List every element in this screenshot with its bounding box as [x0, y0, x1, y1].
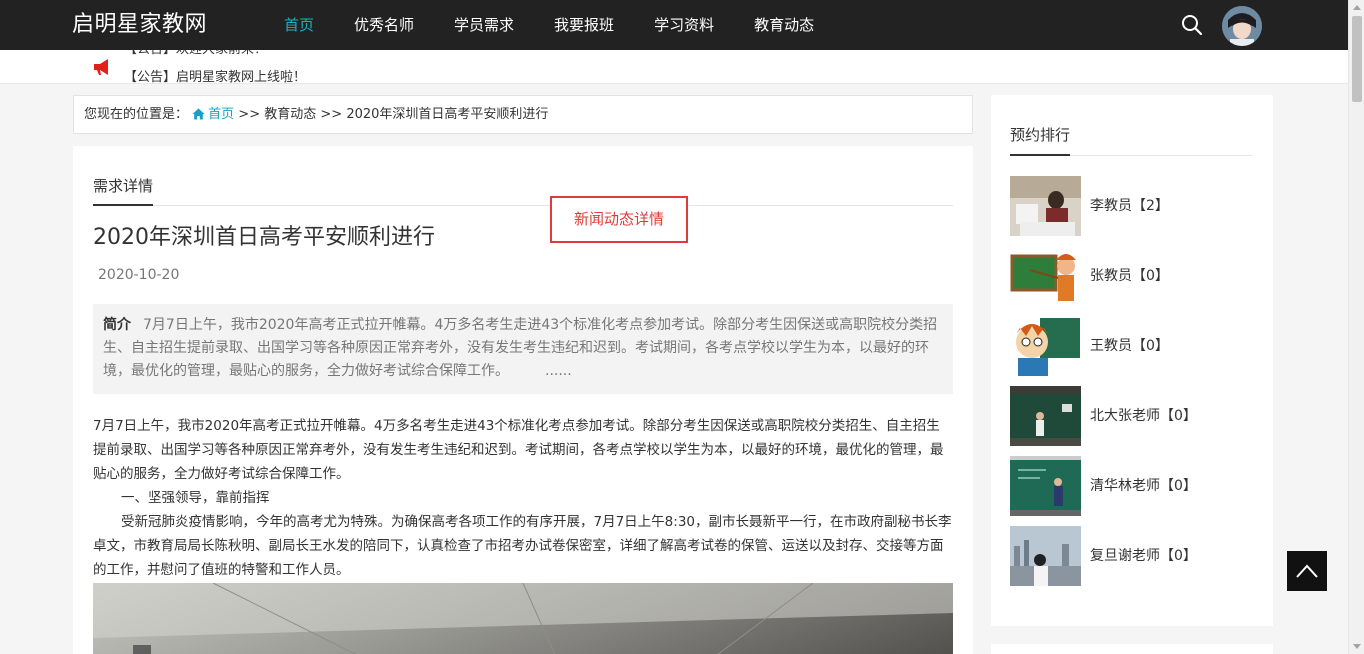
breadcrumb-separator: >> — [316, 107, 347, 122]
summary-more: ...... — [545, 363, 572, 379]
ranking-item[interactable]: 复旦谢老师【0】 — [1010, 526, 1260, 586]
nav-student-needs[interactable]: 学员需求 — [454, 0, 514, 50]
nav-enroll[interactable]: 我要报班 — [554, 0, 614, 50]
article-paragraph: 7月7日上午，我市2020年高考正式拉开帷幕。4万多名考生走进43个标准化考点参… — [93, 418, 944, 482]
teacher-thumbnail[interactable] — [1010, 386, 1081, 446]
nav-materials[interactable]: 学习资料 — [654, 0, 714, 50]
page-scrollbar[interactable] — [1348, 0, 1364, 654]
detail-tab-header: 需求详情 — [93, 176, 953, 206]
top-navbar: 启明星家教网 首页 优秀名师 学员需求 我要报班 学习资料 教育动态 — [0, 0, 1348, 50]
tab-detail[interactable]: 需求详情 — [93, 176, 154, 206]
notice-list: 【公告】欢迎大家前来！ 【公告】启明星家教网上线啦！ — [124, 50, 306, 83]
ceiling-photo — [93, 583, 953, 654]
ranking-item[interactable]: 清华林老师【0】 — [1010, 456, 1260, 516]
teacher-name[interactable]: 张教员【0】 — [1090, 266, 1169, 286]
breadcrumb-current: 2020年深圳首日高考平安顺利进行 — [346, 107, 549, 122]
teacher-thumbnail[interactable] — [1010, 176, 1081, 236]
nav-home[interactable]: 首页 — [284, 0, 314, 50]
user-avatar[interactable] — [1222, 6, 1262, 46]
teacher-thumbnail[interactable] — [1010, 246, 1081, 306]
nav-teachers[interactable]: 优秀名师 — [354, 0, 414, 50]
article-photo — [93, 583, 953, 654]
notice-item[interactable]: 【公告】欢迎大家前来！ — [124, 50, 306, 64]
avatar-image — [1222, 6, 1262, 46]
scroll-down-arrow-icon[interactable] — [1353, 644, 1361, 649]
breadcrumb: 您现在的位置是： 首页 >> 教育动态 >> 2020年深圳首日高考平安顺利进行 — [73, 95, 973, 134]
teacher-name[interactable]: 北大张老师【0】 — [1090, 406, 1197, 426]
main-nav: 首页 优秀名师 学员需求 我要报班 学习资料 教育动态 — [284, 0, 854, 50]
megaphone-icon — [94, 59, 108, 75]
teacher-name[interactable]: 清华林老师【0】 — [1090, 476, 1197, 496]
scrollbar-thumb[interactable] — [1352, 16, 1362, 102]
breadcrumb-prefix: 您现在的位置是： — [84, 107, 189, 122]
article-subheading: 一、坚强领导，靠前指挥 — [121, 490, 270, 506]
sidebar-title: 预约排行 — [1010, 125, 1071, 156]
annotation-box: 新闻动态详情 — [550, 196, 688, 243]
sidebar-header: 预约排行 — [1010, 125, 1252, 156]
ranking-item[interactable]: 李教员【2】 — [1010, 176, 1260, 236]
summary-text: 7月7日上午，我市2020年高考正式拉开帷幕。4万多名考生走进43个标准化考点参… — [103, 317, 938, 379]
ranking-item[interactable]: 王教员【0】 — [1010, 316, 1260, 376]
notice-bar: 【公告】欢迎大家前来！ 【公告】启明星家教网上线啦！ — [0, 50, 1348, 84]
home-icon — [192, 108, 205, 120]
scroll-up-arrow-icon[interactable] — [1353, 5, 1361, 10]
article-body: 7月7日上午，我市2020年高考正式拉开帷幕。4万多名考生走进43个标准化考点参… — [93, 414, 953, 582]
teacher-name[interactable]: 李教员【2】 — [1090, 196, 1169, 216]
teacher-name[interactable]: 复旦谢老师【0】 — [1090, 546, 1197, 566]
article-summary: 简介 7月7日上午，我市2020年高考正式拉开帷幕。4万多名考生走进43个标准化考… — [93, 304, 953, 394]
teacher-thumbnail[interactable] — [1010, 456, 1081, 516]
site-logo[interactable]: 启明星家教网 — [72, 10, 207, 40]
search-icon[interactable] — [1181, 14, 1203, 36]
teacher-thumbnail[interactable] — [1010, 316, 1081, 376]
breadcrumb-home-link[interactable]: 首页 — [208, 107, 234, 122]
article-paragraph: 受新冠肺炎疫情影响，今年的高考尤为特殊。为确保高考各项工作的有序开展，7月7日上… — [93, 514, 952, 578]
teacher-thumbnail[interactable] — [1010, 526, 1081, 586]
article-card: 需求详情 新闻动态详情 2020年深圳首日高考平安顺利进行 2020-10-20… — [73, 146, 973, 654]
notice-item[interactable]: 【公告】启明星家教网上线啦！ — [124, 64, 306, 83]
ranking-item[interactable]: 张教员【0】 — [1010, 246, 1260, 306]
booking-ranking-panel: 预约排行 李教员【2】 张教员【0】 王教员【0】 北大张老师【0】 清华林老师… — [991, 95, 1273, 626]
chevron-up-icon — [1296, 564, 1318, 578]
sidebar-panel-second — [991, 644, 1273, 654]
breadcrumb-section-link[interactable]: 教育动态 — [264, 107, 316, 122]
teacher-name[interactable]: 王教员【0】 — [1090, 336, 1169, 356]
back-to-top-button[interactable] — [1287, 551, 1327, 591]
article-title: 2020年深圳首日高考平安顺利进行 — [93, 225, 435, 250]
breadcrumb-separator: >> — [234, 107, 265, 122]
ranking-item[interactable]: 北大张老师【0】 — [1010, 386, 1260, 446]
article-date: 2020-10-20 — [98, 267, 180, 283]
nav-news[interactable]: 教育动态 — [754, 0, 814, 50]
summary-label: 简介 — [103, 317, 131, 333]
